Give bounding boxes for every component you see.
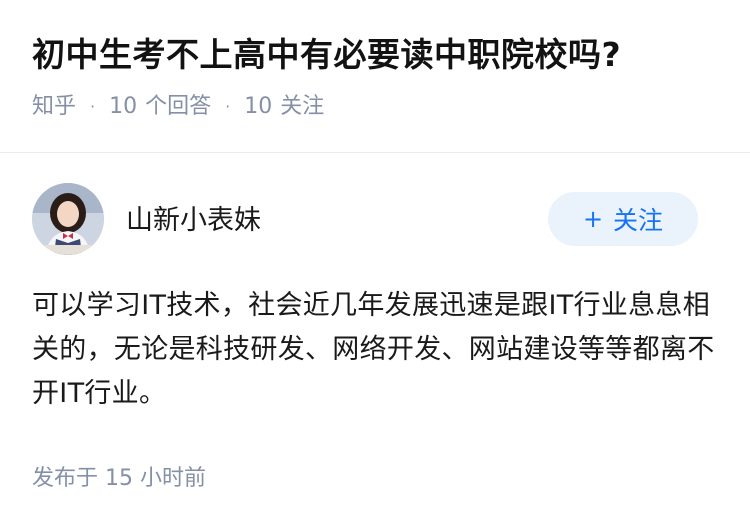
meta-separator: · xyxy=(90,97,96,116)
plus-icon: + xyxy=(582,205,604,233)
header-divider xyxy=(0,152,750,153)
published-label: 发布于 xyxy=(32,466,99,491)
source-label[interactable]: 知乎 xyxy=(32,92,76,122)
question-meta: 知乎 · 10 个回答 · 10 关注 xyxy=(32,92,718,122)
avatar-image xyxy=(32,183,104,255)
publish-info: 发布于 15 小时前 xyxy=(32,464,206,494)
meta-separator: · xyxy=(225,97,231,116)
answer-content: 可以学习IT技术，社会近几年发展迅速是跟IT行业息息相关的，无论是科技研发、网络… xyxy=(32,290,715,409)
follow-button-label: 关注 xyxy=(613,206,664,235)
answer-count-label: 个回答 xyxy=(145,94,212,119)
avatar[interactable] xyxy=(32,183,104,255)
follow-count: 10 xyxy=(244,94,273,119)
question-header: 初中生考不上高中有必要读中职院校吗? 知乎 · 10 个回答 · 10 关注 xyxy=(32,32,718,122)
author-name[interactable]: 山新小表妹 xyxy=(126,198,548,237)
follow-button[interactable]: + 关注 xyxy=(548,192,698,246)
author-row: 山新小表妹 + 关注 xyxy=(32,183,698,255)
published-time: 15 小时前 xyxy=(105,466,207,491)
answer-count: 10 xyxy=(109,94,138,119)
follow-count-label: 关注 xyxy=(280,94,325,119)
question-title[interactable]: 初中生考不上高中有必要读中职院校吗? xyxy=(32,32,718,78)
